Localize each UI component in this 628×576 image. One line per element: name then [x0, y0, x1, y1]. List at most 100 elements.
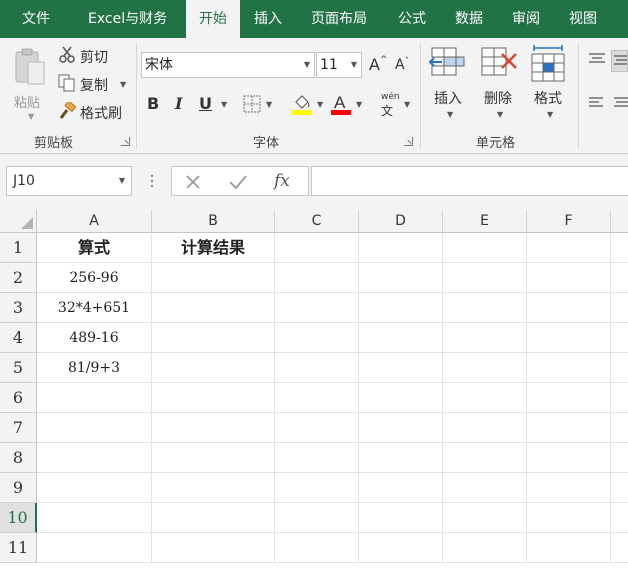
formula-input[interactable]: [311, 166, 628, 196]
cell-f5[interactable]: [527, 353, 611, 383]
underline-button[interactable]: U: [199, 94, 212, 113]
format-cells-button[interactable]: 格式 ▼: [528, 44, 572, 126]
row-header-9[interactable]: 9: [0, 473, 37, 503]
row-header-3[interactable]: 3: [0, 293, 37, 323]
cell-f9[interactable]: [527, 473, 611, 503]
font-size-select[interactable]: 11 ▼: [316, 52, 362, 78]
cell-c9[interactable]: [275, 473, 359, 503]
cell-g9[interactable]: [611, 473, 628, 503]
cell-f4[interactable]: [527, 323, 611, 353]
tab-page-layout[interactable]: 页面布局: [311, 0, 367, 38]
cell-e8[interactable]: [443, 443, 527, 473]
cell-f11[interactable]: [527, 533, 611, 563]
cell-g10[interactable]: [611, 503, 628, 533]
cell-d1[interactable]: [359, 233, 443, 263]
cell-f10[interactable]: [527, 503, 611, 533]
cell-c3[interactable]: [275, 293, 359, 323]
row-header-11[interactable]: 11: [0, 533, 37, 563]
cell-b2[interactable]: [152, 263, 275, 293]
cell-d4[interactable]: [359, 323, 443, 353]
cell-g7[interactable]: [611, 413, 628, 443]
cell-e9[interactable]: [443, 473, 527, 503]
cell-f3[interactable]: [527, 293, 611, 323]
row-header-8[interactable]: 8: [0, 443, 37, 473]
align-middle-button[interactable]: [611, 50, 628, 72]
column-header-c[interactable]: C: [275, 210, 359, 233]
font-color-button[interactable]: A: [330, 92, 352, 119]
cell-e4[interactable]: [443, 323, 527, 353]
borders-button[interactable]: [243, 95, 261, 116]
cell-b6[interactable]: [152, 383, 275, 413]
cell-d6[interactable]: [359, 383, 443, 413]
cell-g1[interactable]: [611, 233, 628, 263]
row-header-4[interactable]: 4: [0, 323, 37, 353]
cell-c4[interactable]: [275, 323, 359, 353]
cell-d10[interactable]: [359, 503, 443, 533]
cell-a6[interactable]: [37, 383, 152, 413]
cell-b8[interactable]: [152, 443, 275, 473]
phonetic-dropdown-icon[interactable]: ▼: [404, 100, 410, 109]
increase-font-size-icon[interactable]: A^: [369, 55, 388, 74]
tab-data[interactable]: 数据: [455, 0, 483, 38]
cell-d11[interactable]: [359, 533, 443, 563]
cell-c7[interactable]: [275, 413, 359, 443]
delete-cells-button[interactable]: 删除 ▼: [478, 46, 522, 126]
cell-b3[interactable]: [152, 293, 275, 323]
cell-e5[interactable]: [443, 353, 527, 383]
chevron-down-icon[interactable]: ▼: [119, 167, 125, 195]
cut-button[interactable]: 剪切: [58, 46, 138, 66]
align-top-icon[interactable]: [588, 52, 606, 69]
cell-c1[interactable]: [275, 233, 359, 263]
cell-a4[interactable]: 489-16: [37, 323, 152, 353]
cell-g8[interactable]: [611, 443, 628, 473]
cell-g6[interactable]: [611, 383, 628, 413]
cell-a7[interactable]: [37, 413, 152, 443]
cell-a10[interactable]: [37, 503, 152, 533]
column-header-f[interactable]: F: [527, 210, 611, 233]
cell-e7[interactable]: [443, 413, 527, 443]
row-header-10[interactable]: 10: [0, 503, 37, 533]
paste-button[interactable]: 粘贴 ▼: [12, 46, 52, 122]
font-color-dropdown-icon[interactable]: ▼: [356, 100, 362, 109]
cell-e11[interactable]: [443, 533, 527, 563]
tab-home[interactable]: 开始: [186, 0, 240, 38]
cell-a5[interactable]: 81/9+3: [37, 353, 152, 383]
cell-a2[interactable]: 256-96: [37, 263, 152, 293]
cell-e2[interactable]: [443, 263, 527, 293]
select-all-button[interactable]: [0, 210, 37, 233]
cell-d5[interactable]: [359, 353, 443, 383]
cell-f6[interactable]: [527, 383, 611, 413]
column-header-g-partial[interactable]: [611, 210, 628, 233]
cell-c2[interactable]: [275, 263, 359, 293]
row-header-2[interactable]: 2: [0, 263, 37, 293]
borders-dropdown-icon[interactable]: ▼: [266, 100, 272, 109]
decrease-font-size-icon[interactable]: Aˇ: [395, 57, 409, 73]
tab-excel-finance[interactable]: Excel与财务: [88, 0, 167, 38]
cell-g5[interactable]: [611, 353, 628, 383]
insert-function-button[interactable]: fx: [274, 171, 290, 191]
cell-c6[interactable]: [275, 383, 359, 413]
cell-b10[interactable]: [152, 503, 275, 533]
fill-color-dropdown-icon[interactable]: ▼: [317, 100, 323, 109]
cell-d2[interactable]: [359, 263, 443, 293]
tab-review[interactable]: 审阅: [512, 0, 540, 38]
format-painter-button[interactable]: 格式刷: [58, 100, 138, 122]
column-header-a[interactable]: A: [37, 210, 152, 233]
cell-d7[interactable]: [359, 413, 443, 443]
cell-d9[interactable]: [359, 473, 443, 503]
cell-b7[interactable]: [152, 413, 275, 443]
tab-insert[interactable]: 插入: [254, 0, 282, 38]
bold-button[interactable]: B: [147, 94, 159, 113]
cell-b11[interactable]: [152, 533, 275, 563]
copy-dropdown-icon[interactable]: ▼: [120, 80, 126, 89]
row-header-7[interactable]: 7: [0, 413, 37, 443]
cancel-entry-icon[interactable]: [184, 173, 202, 194]
fill-color-button[interactable]: [291, 92, 313, 119]
cell-f7[interactable]: [527, 413, 611, 443]
cell-b5[interactable]: [152, 353, 275, 383]
cell-f8[interactable]: [527, 443, 611, 473]
tab-file[interactable]: 文件: [22, 0, 50, 38]
underline-dropdown-icon[interactable]: ▼: [221, 100, 227, 109]
align-center-icon[interactable]: [612, 96, 628, 113]
column-header-b[interactable]: B: [152, 210, 275, 233]
